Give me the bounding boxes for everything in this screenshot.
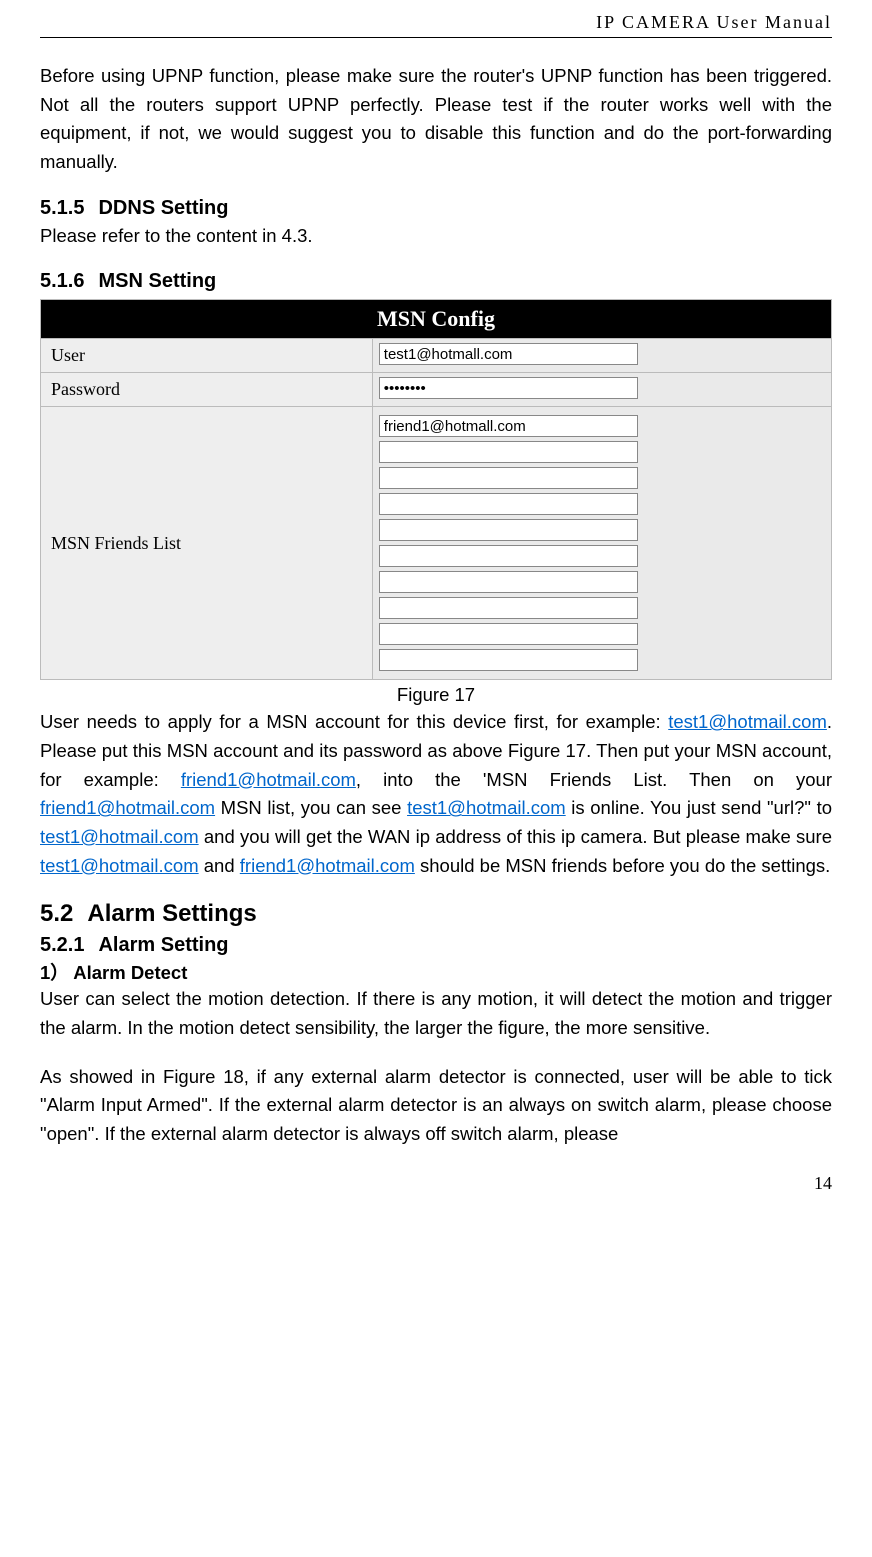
heading-title-516: MSN Setting — [98, 270, 216, 292]
msn-config-title: MSN Config — [41, 300, 831, 339]
msn-t1: User needs to apply for a MSN account fo… — [40, 711, 668, 732]
msn-user-input-cell — [373, 339, 831, 372]
msn-friends-input-cell — [373, 407, 831, 679]
msn-t3: , into the 'MSN Friends List. Then on yo… — [356, 769, 832, 790]
page-number: 14 — [40, 1173, 832, 1194]
msn-friend-input-7[interactable] — [379, 597, 638, 619]
msn-password-label: Password — [41, 373, 373, 406]
msn-friend-input-0[interactable] — [379, 415, 638, 437]
link-test1-3[interactable]: test1@hotmail.com — [40, 826, 199, 847]
msn-t7: and — [199, 855, 240, 876]
msn-user-input[interactable] — [379, 343, 638, 365]
heading-title-521: Alarm Setting — [98, 934, 228, 956]
msn-friend-input-6[interactable] — [379, 571, 638, 593]
msn-friend-input-9[interactable] — [379, 649, 638, 671]
msn-password-input[interactable] — [379, 377, 638, 399]
heading-title-515: DDNS Setting — [98, 197, 228, 219]
msn-friend-input-3[interactable] — [379, 493, 638, 515]
msn-password-input-cell — [373, 373, 831, 406]
heading-title-52: Alarm Settings — [87, 900, 256, 927]
msn-t6: and you will get the WAN ip address of t… — [199, 826, 832, 847]
alarm-detect-text: User can select the motion detection. If… — [40, 985, 832, 1042]
link-friend1-1[interactable]: friend1@hotmail.com — [181, 769, 356, 790]
link-test1-2[interactable]: test1@hotmail.com — [407, 797, 566, 818]
msn-password-row: Password — [41, 373, 831, 407]
msn-friends-label: MSN Friends List — [41, 407, 373, 679]
alarm-detect-heading: 1） Alarm Detect — [40, 959, 832, 985]
heading-52: 5.2 Alarm Settings — [40, 900, 832, 928]
heading-num-516: 5.1.6 — [40, 270, 84, 293]
msn-friends-row: MSN Friends List — [41, 407, 831, 679]
link-friend1-3[interactable]: friend1@hotmail.com — [240, 855, 415, 876]
msn-t5: is online. You just send "url?" to — [566, 797, 832, 818]
link-test1-4[interactable]: test1@hotmail.com — [40, 855, 199, 876]
msn-friend-input-4[interactable] — [379, 519, 638, 541]
figure-17-container: MSN Config User Password MSN Friends Lis… — [40, 299, 832, 680]
heading-515: 5.1.5 DDNS Setting — [40, 197, 832, 220]
msn-friend-input-8[interactable] — [379, 623, 638, 645]
msn-t4: MSN list, you can see — [215, 797, 407, 818]
msn-friend-input-5[interactable] — [379, 545, 638, 567]
msn-friend-input-2[interactable] — [379, 467, 638, 489]
heading-num-52: 5.2 — [40, 900, 73, 928]
page-header: IP CAMERA User Manual — [40, 12, 832, 38]
figure-17-caption: Figure 17 — [40, 684, 832, 706]
heading-num-515: 5.1.5 — [40, 197, 84, 220]
intro-paragraph: Before using UPNP function, please make … — [40, 62, 832, 177]
heading-521: 5.2.1 Alarm Setting — [40, 934, 832, 957]
alarm-fig18-text: As showed in Figure 18, if any external … — [40, 1063, 832, 1149]
msn-user-row: User — [41, 339, 831, 373]
heading-num-521: 5.2.1 — [40, 934, 84, 957]
msn-friend-input-1[interactable] — [379, 441, 638, 463]
msn-t8: should be MSN friends before you do the … — [415, 855, 830, 876]
heading-516: 5.1.6 MSN Setting — [40, 270, 832, 293]
msn-paragraph: User needs to apply for a MSN account fo… — [40, 708, 832, 880]
link-test1-1[interactable]: test1@hotmail.com — [668, 711, 827, 732]
link-friend1-2[interactable]: friend1@hotmail.com — [40, 797, 215, 818]
msn-user-label: User — [41, 339, 373, 372]
text-515: Please refer to the content in 4.3. — [40, 222, 832, 251]
msn-config-panel: MSN Config User Password MSN Friends Lis… — [40, 299, 832, 680]
msn-friends-input-list — [379, 411, 825, 675]
